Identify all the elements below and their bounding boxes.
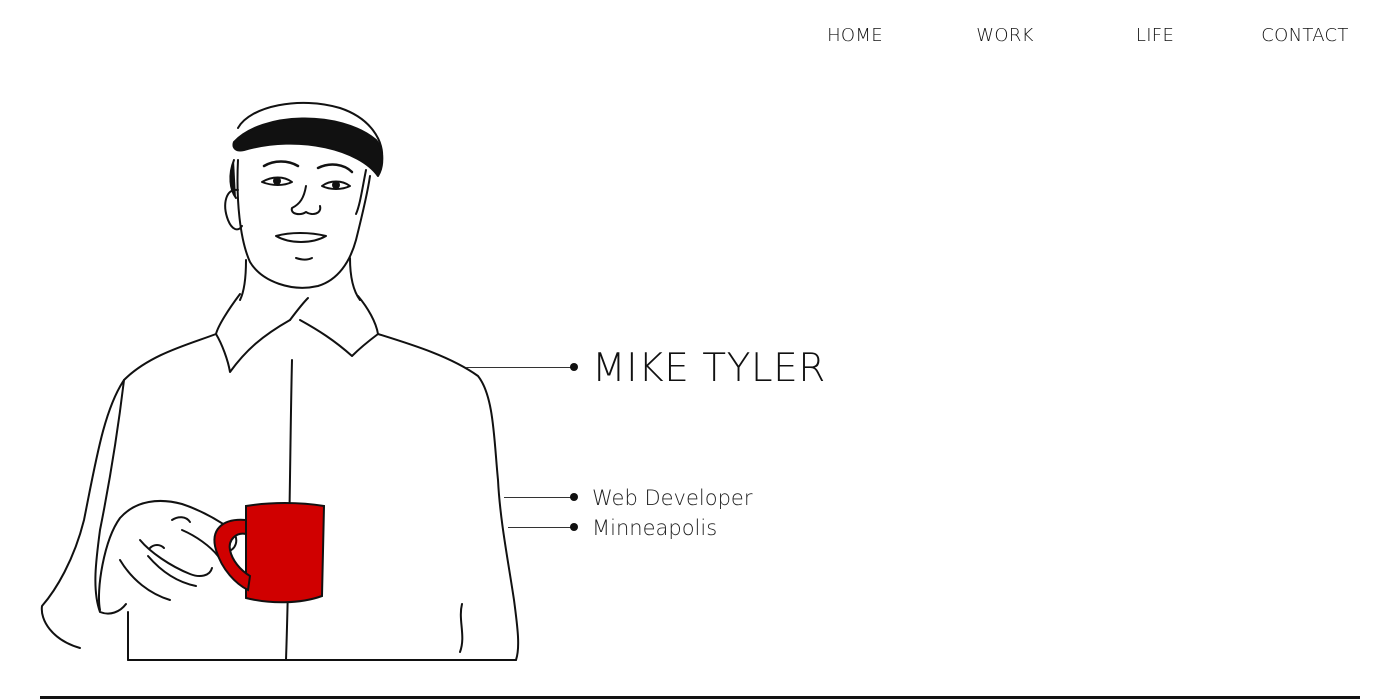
location-callout-line [508,527,572,528]
main-nav: HOME WORK LIFE CONTACT [0,24,1400,50]
profile-name: MIKE TYLER [592,346,826,391]
footer-divider [40,696,1360,699]
profile-role: Web Developer [592,486,753,510]
profile-location: Minneapolis [592,516,718,540]
nav-contact-link[interactable]: CONTACT [1230,24,1380,48]
nav-life-link[interactable]: LIFE [1080,24,1230,48]
nav-work-link[interactable]: WORK [930,24,1080,48]
portrait-illustration [40,101,520,661]
role-callout-line [504,497,572,498]
role-callout-dot [570,493,578,501]
name-callout-line [466,367,572,368]
nav-home-link[interactable]: HOME [780,24,930,48]
location-callout-dot [570,523,578,531]
name-callout-dot [570,363,578,371]
coffee-mug [213,502,326,604]
